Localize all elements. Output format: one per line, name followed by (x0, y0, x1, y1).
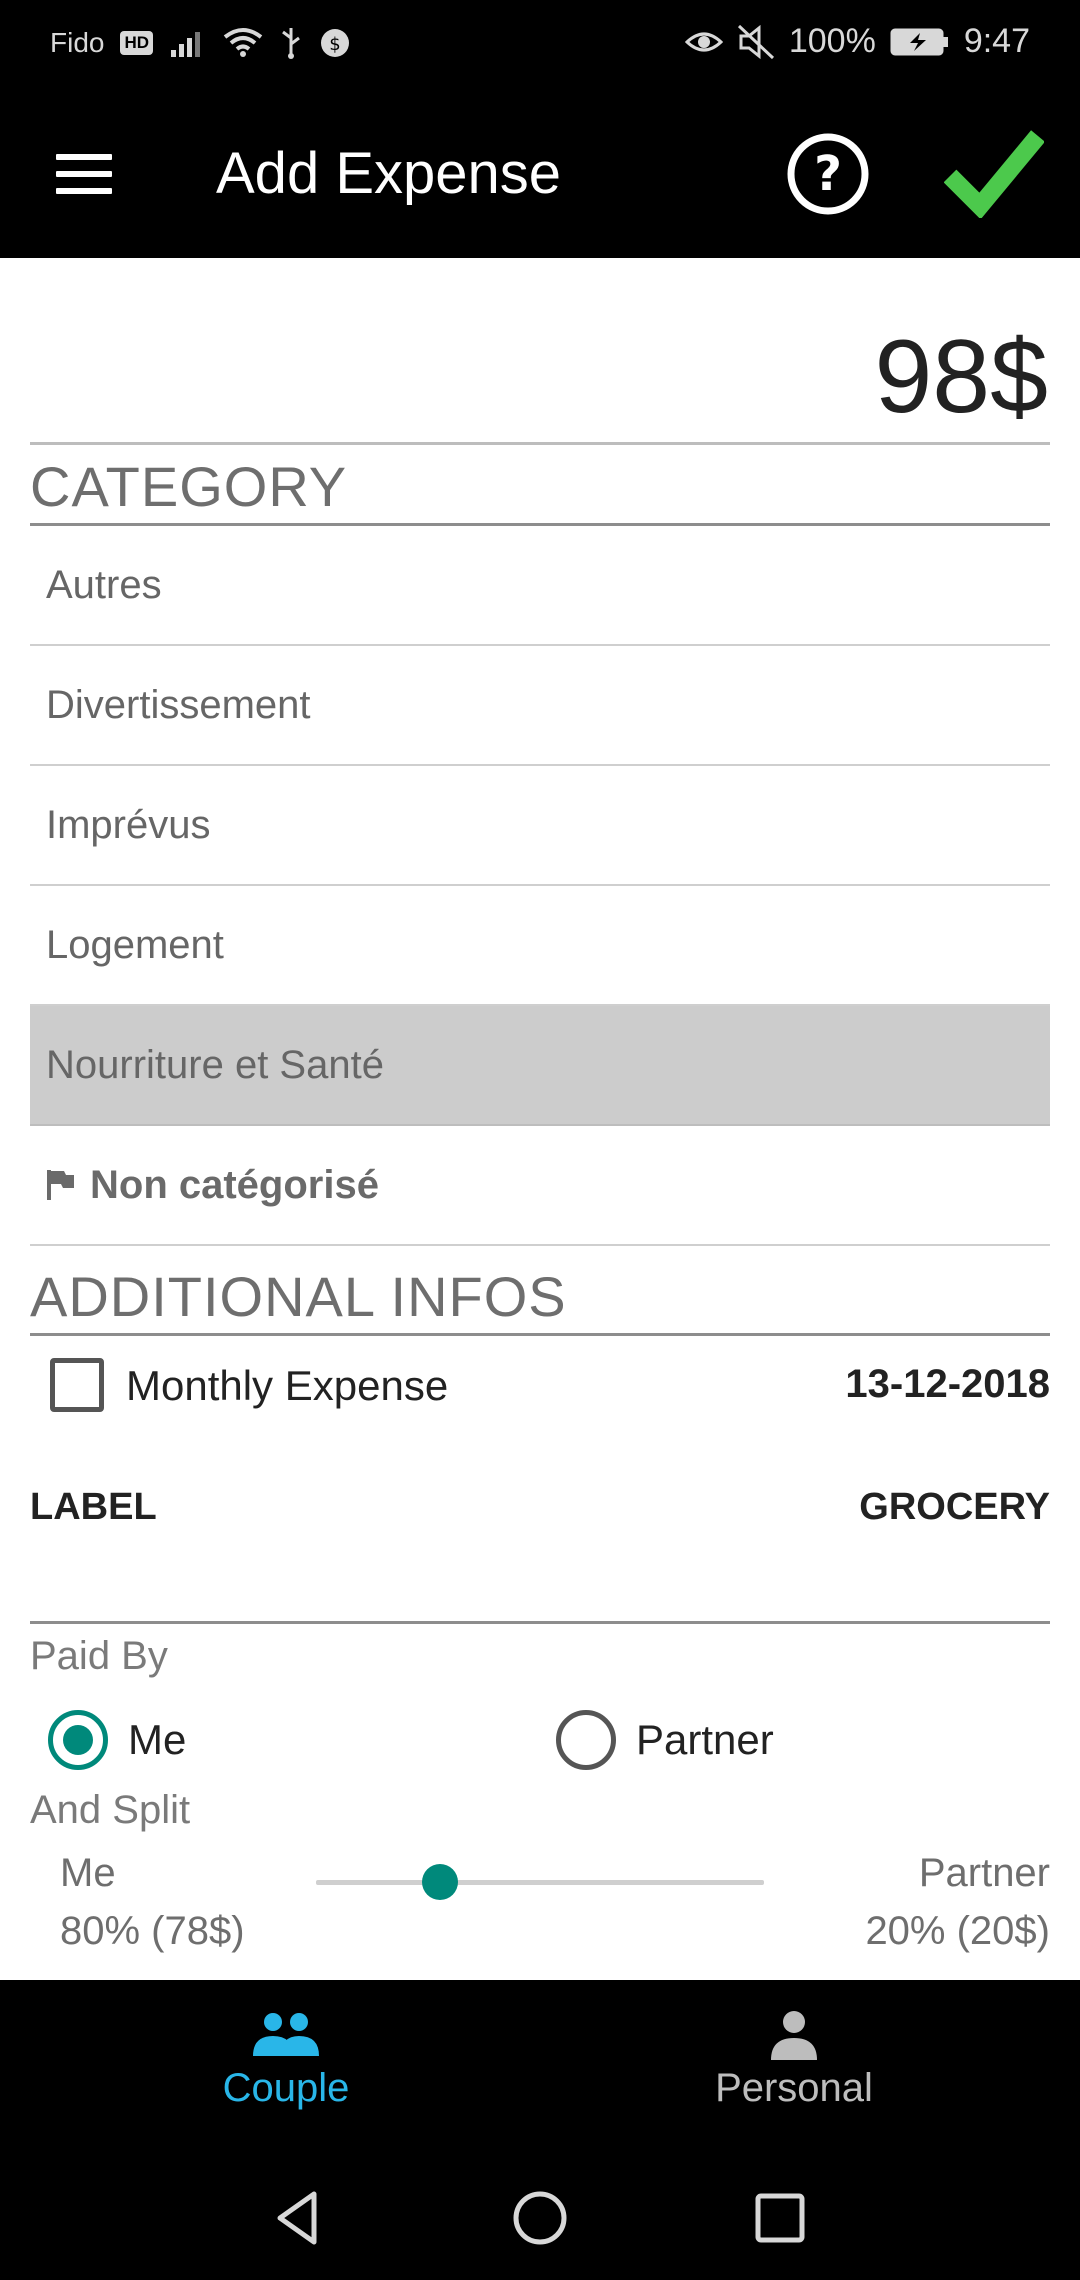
split-me: Me 80% (78$) (60, 1844, 245, 1960)
paid-by-me-label[interactable]: Me (128, 1716, 186, 1764)
monthly-expense-checkbox[interactable] (50, 1358, 104, 1412)
slider-thumb[interactable] (421, 1864, 458, 1900)
split-me-value: 80% (78$) (60, 1909, 245, 1953)
help-icon[interactable]: ? (786, 132, 870, 216)
category-label: Autres (46, 562, 162, 607)
nav-personal-label: Personal (715, 2066, 873, 2110)
category-item-logement[interactable]: Logement (30, 886, 1050, 1006)
expense-form: 98$ CATEGORY Autres Divertissement Impré… (0, 258, 1080, 1980)
home-icon[interactable] (508, 2186, 572, 2250)
split-slider[interactable] (316, 1862, 764, 1902)
category-item-non-categorise[interactable]: Non catégorisé (30, 1126, 1050, 1246)
split-me-name: Me (60, 1851, 116, 1895)
page-title: Add Expense (216, 141, 562, 206)
category-item-imprevus[interactable]: Imprévus (30, 766, 1050, 886)
split-partner-value: 20% (20$) (865, 1909, 1050, 1953)
category-item-autres[interactable]: Autres (30, 526, 1050, 646)
paid-by-label: Paid By (30, 1634, 168, 1678)
additional-infos-header: ADDITIONAL INFOS (30, 1264, 1050, 1336)
couple-icon (253, 2013, 319, 2056)
hd-badge: HD (120, 31, 154, 55)
check-icon[interactable] (944, 128, 1044, 218)
svg-text:?: ? (814, 146, 842, 202)
system-nav-bar (0, 2156, 1080, 2280)
menu-icon[interactable] (56, 154, 112, 194)
status-right: 100% 9:47 (684, 22, 1030, 61)
category-label: Nourriture et Santé (46, 1042, 384, 1087)
svg-text:$: $ (329, 34, 340, 55)
split-partner: Partner 20% (20$) (865, 1844, 1050, 1960)
category-header: CATEGORY (30, 454, 1050, 526)
split-partner-name: Partner (918, 1851, 1050, 1895)
amount-underline (30, 442, 1050, 445)
usb-icon (282, 28, 300, 59)
wifi-icon (223, 28, 263, 57)
nav-couple-label: Couple (222, 2066, 350, 2110)
back-icon[interactable] (266, 2186, 330, 2250)
clock: 9:47 (963, 22, 1030, 60)
monthly-expense-label: Monthly Expense (126, 1362, 449, 1409)
label-value[interactable]: GROCERY (859, 1486, 1050, 1529)
flag-icon (47, 1170, 74, 1200)
category-list: Autres Divertissement Imprévus Logement … (30, 526, 1050, 1246)
nav-couple[interactable]: Couple (12, 1980, 560, 2156)
category-item-nourriture-sante[interactable]: Nourriture et Santé (30, 1006, 1050, 1126)
split-label: And Split (30, 1788, 191, 1832)
bottom-nav: Couple Personal (0, 1980, 1080, 2156)
monthly-expense-row: Monthly Expense 13-12-2018 (30, 1348, 1050, 1428)
category-label: Logement (46, 922, 224, 967)
data-saver-icon: $ (321, 29, 350, 57)
person-icon (771, 2011, 817, 2060)
category-label: Divertissement (46, 682, 311, 727)
paid-by-partner-radio[interactable] (556, 1710, 616, 1770)
paid-by-partner-label[interactable]: Partner (636, 1716, 774, 1764)
label-field[interactable]: LABEL GROCERY (30, 1474, 1050, 1624)
eye-comfort-icon (684, 32, 723, 51)
date-picker[interactable]: 13-12-2018 (845, 1362, 1050, 1407)
paid-by-me-radio[interactable] (48, 1710, 108, 1770)
label-key: LABEL (30, 1486, 157, 1528)
battery-charging-icon (890, 28, 948, 55)
signal-icon (171, 32, 201, 57)
mute-icon (737, 24, 774, 59)
slider-track (316, 1880, 764, 1885)
category-label: Imprévus (46, 802, 211, 847)
paid-by-radio-group: Me Partner (30, 1702, 1050, 1782)
nav-personal[interactable]: Personal (520, 1980, 1068, 2156)
category-label: Non catégorisé (90, 1162, 379, 1207)
category-item-divertissement[interactable]: Divertissement (30, 646, 1050, 766)
status-bar: Fido HD $ 100% 9:47 (0, 0, 1080, 92)
app-bar: Add Expense ? (0, 92, 1080, 258)
status-left: Fido HD $ (50, 26, 351, 60)
battery-percent: 100% (788, 22, 876, 60)
recents-icon[interactable] (748, 2186, 812, 2250)
amount-input[interactable]: 98$ (874, 318, 1048, 437)
carrier-name: Fido (50, 27, 105, 58)
